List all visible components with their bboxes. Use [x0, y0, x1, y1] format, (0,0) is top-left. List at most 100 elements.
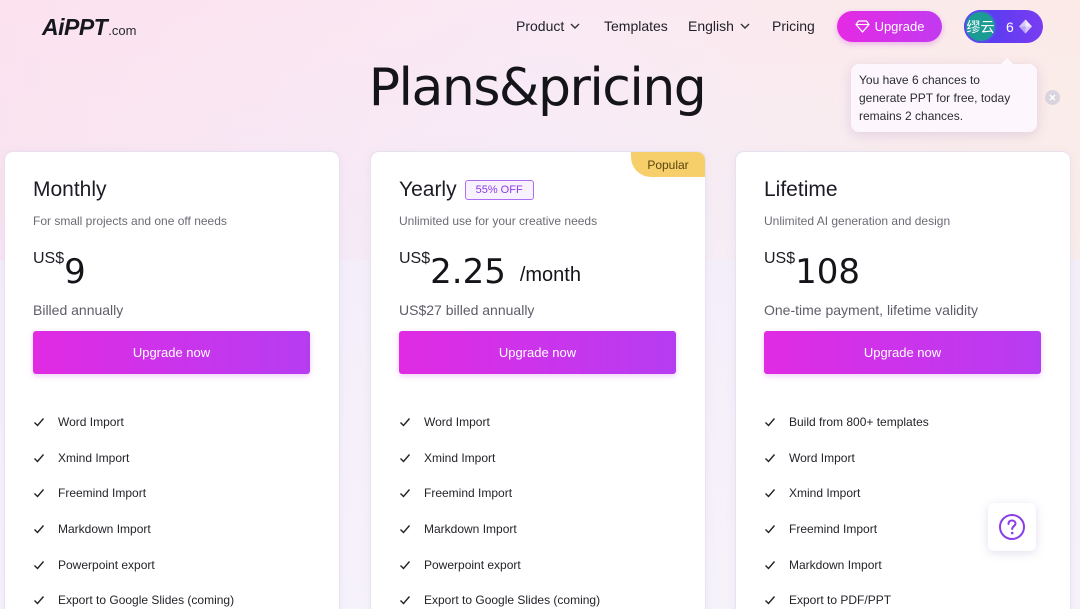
feature-item: Xmind Import	[764, 475, 929, 511]
feature-item: Xmind Import	[399, 440, 600, 476]
question-icon	[999, 514, 1025, 540]
plan-billing: One-time payment, lifetime validity	[764, 302, 978, 318]
feature-label: Export to PDF/PPT	[789, 593, 892, 608]
feature-item: Xmind Import	[33, 440, 234, 476]
check-icon	[400, 560, 411, 570]
feature-list: Word Import Xmind Import Freemind Import…	[399, 404, 600, 609]
check-icon	[400, 524, 411, 534]
feature-item: Markdown Import	[399, 511, 600, 547]
discount-badge: 55% OFF	[464, 180, 534, 200]
nav-language[interactable]: English	[688, 18, 750, 34]
check-icon	[34, 417, 45, 427]
feature-label: Markdown Import	[58, 521, 151, 536]
feature-list: Build from 800+ templates Word Import Xm…	[764, 404, 929, 609]
feature-item: Word Import	[399, 404, 600, 440]
nav-templates[interactable]: Templates	[604, 18, 668, 34]
check-icon	[765, 417, 776, 427]
plan-name: Lifetime	[764, 178, 838, 202]
check-icon	[400, 596, 411, 605]
feature-label: Word Import	[789, 450, 855, 465]
feature-label: Powerpoint export	[58, 557, 155, 572]
check-icon	[765, 489, 776, 498]
feature-label: Word Import	[424, 414, 490, 429]
diamond-icon	[854, 20, 870, 33]
upgrade-now-button[interactable]: Upgrade now	[399, 331, 676, 374]
price-amount: 2.25	[430, 252, 506, 292]
user-account-pill[interactable]: 缪云 6	[964, 10, 1043, 43]
price-amount: 9	[64, 252, 86, 292]
feature-item: Freemind Import	[33, 475, 234, 511]
credits-count: 6	[1006, 18, 1014, 35]
feature-label: Xmind Import	[58, 450, 130, 465]
header-upgrade-button[interactable]: Upgrade	[837, 11, 942, 42]
plan-price: US$ 108	[764, 248, 860, 292]
check-icon	[400, 417, 411, 427]
feature-list: Word Import Xmind Import Freemind Import…	[33, 404, 234, 609]
check-icon	[400, 489, 411, 498]
feature-item: Word Import	[764, 440, 929, 476]
price-currency: US$	[33, 250, 65, 267]
feature-label: Freemind Import	[424, 486, 513, 501]
feature-label: Markdown Import	[424, 521, 517, 536]
plan-name: Yearly 55% OFF	[399, 178, 534, 202]
check-icon	[34, 453, 45, 463]
credits-counter: 6	[1006, 19, 1033, 35]
logo-text: AiPPT	[42, 14, 108, 40]
feature-item: Markdown Import	[33, 511, 234, 547]
check-icon	[765, 560, 776, 570]
plan-name-label: Monthly	[33, 178, 107, 201]
plan-card-monthly: Monthly For small projects and one off n…	[5, 152, 339, 609]
chevron-down-icon	[570, 23, 580, 29]
plan-name-label: Lifetime	[764, 178, 838, 201]
feature-label: Markdown Import	[789, 557, 882, 572]
nav-product[interactable]: Product	[516, 18, 580, 34]
feature-item: Export to PDF/PPT	[764, 582, 929, 609]
feature-label: Export to Google Slides (coming)	[424, 593, 601, 608]
help-button[interactable]	[988, 503, 1036, 551]
plan-name-label: Yearly	[399, 178, 457, 201]
feature-label: Xmind Import	[789, 486, 861, 501]
price-currency: US$	[399, 250, 431, 267]
logo[interactable]: AiPPT .com	[42, 14, 136, 41]
feature-item: Build from 800+ templates	[764, 404, 929, 440]
top-header: AiPPT .com Product Templates English Pri…	[0, 0, 1080, 52]
price-currency: US$	[764, 250, 796, 267]
feature-item: Markdown Import	[764, 547, 929, 583]
plan-description: For small projects and one off needs	[33, 214, 227, 228]
nav-pricing[interactable]: Pricing	[772, 18, 815, 34]
header-upgrade-label: Upgrade	[874, 19, 925, 34]
check-icon	[34, 489, 45, 498]
feature-item: Word Import	[33, 404, 234, 440]
feature-item: Export to Google Slides (coming)	[33, 582, 234, 609]
feature-label: Export to Google Slides (coming)	[58, 593, 235, 608]
plan-name: Monthly	[33, 178, 107, 202]
upgrade-now-button[interactable]: Upgrade now	[764, 331, 1041, 374]
check-icon	[765, 596, 776, 605]
price-period: /month	[519, 264, 581, 286]
nav-language-label: English	[688, 18, 734, 34]
feature-item: Freemind Import	[764, 511, 929, 547]
plan-description: Unlimited AI generation and design	[764, 214, 951, 228]
avatar[interactable]: 缪云	[964, 10, 997, 43]
check-icon	[765, 453, 776, 463]
logo-domain: .com	[108, 23, 137, 38]
check-icon	[765, 524, 776, 534]
price-amount: 108	[795, 252, 861, 292]
plan-description: Unlimited use for your creative needs	[399, 214, 598, 228]
feature-label: Word Import	[58, 414, 124, 429]
feature-label: Xmind Import	[424, 450, 496, 465]
check-icon	[34, 524, 45, 534]
diamond-icon	[1018, 19, 1032, 34]
feature-label: Build from 800+ templates	[789, 414, 929, 429]
nav-product-label: Product	[516, 18, 565, 34]
check-icon	[34, 596, 45, 605]
check-icon	[34, 560, 45, 570]
plan-price: US$ 9	[33, 248, 86, 292]
feature-item: Powerpoint export	[33, 547, 234, 583]
plan-billing: Billed annually	[33, 302, 124, 318]
plan-billing: US$27 billed annually	[399, 302, 535, 318]
upgrade-now-button[interactable]: Upgrade now	[33, 331, 310, 374]
feature-label: Powerpoint export	[424, 557, 521, 572]
feature-label: Freemind Import	[789, 521, 878, 536]
feature-item: Export to Google Slides (coming)	[399, 582, 600, 609]
